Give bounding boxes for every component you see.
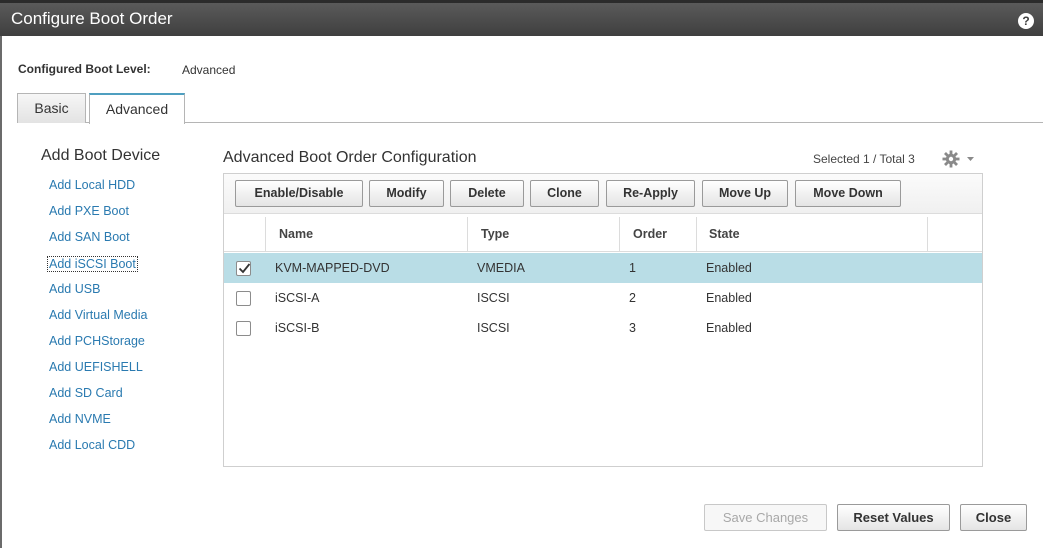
add-boot-link[interactable]: Add PCHStorage xyxy=(49,334,145,348)
column-header-name[interactable]: Name xyxy=(279,217,313,252)
boot-level-value: Advanced xyxy=(182,63,236,77)
add-boot-link[interactable]: Add USB xyxy=(49,282,100,296)
add-boot-link[interactable]: Add Local CDD xyxy=(49,438,135,452)
re-apply-button[interactable]: Re-Apply xyxy=(606,180,695,207)
add-boot-link[interactable]: Add UEFISHELL xyxy=(49,360,143,374)
row-checkbox[interactable] xyxy=(236,321,251,336)
window-frame xyxy=(0,36,2,548)
check-icon xyxy=(238,263,251,274)
column-header-state[interactable]: State xyxy=(709,217,740,252)
column-divider xyxy=(619,217,620,252)
cell-state: Enabled xyxy=(706,261,752,275)
cell-name: iSCSI-A xyxy=(275,291,320,305)
cell-order: 1 xyxy=(629,261,636,275)
add-boot-link[interactable]: Add NVME xyxy=(49,412,111,426)
column-divider xyxy=(265,217,266,252)
row-checkbox[interactable] xyxy=(236,261,251,276)
cell-order: 2 xyxy=(629,291,636,305)
move-up-button[interactable]: Move Up xyxy=(702,180,788,207)
column-header-type[interactable]: Type xyxy=(481,217,509,252)
column-divider xyxy=(467,217,468,252)
boot-order-table-panel: Enable/Disable Modify Delete Clone Re-Ap… xyxy=(223,173,983,467)
save-changes-button[interactable]: Save Changes xyxy=(704,504,827,531)
add-boot-link[interactable]: Add iSCSI Boot xyxy=(47,256,138,272)
add-boot-link[interactable]: Add SD Card xyxy=(49,386,123,400)
boot-level-label: Configured Boot Level: xyxy=(18,62,151,76)
table-header: Name Type Order State xyxy=(224,217,982,252)
cell-name: iSCSI-B xyxy=(275,321,320,335)
add-boot-link[interactable]: Add SAN Boot xyxy=(49,230,130,244)
gear-icon[interactable] xyxy=(941,149,977,169)
add-boot-link[interactable]: Add PXE Boot xyxy=(49,204,129,218)
modify-button[interactable]: Modify xyxy=(369,180,444,207)
tab-advanced[interactable]: Advanced xyxy=(89,93,185,124)
close-button[interactable]: Close xyxy=(960,504,1027,531)
window-title: Configure Boot Order xyxy=(11,9,173,28)
add-boot-device-title: Add Boot Device xyxy=(41,147,161,164)
add-boot-link[interactable]: Add Local HDD xyxy=(49,178,135,192)
cell-type: ISCSI xyxy=(477,321,510,335)
window-title-bar: Configure Boot Order ? xyxy=(0,0,1043,36)
add-boot-link[interactable]: Add Virtual Media xyxy=(49,308,147,322)
column-header-order[interactable]: Order xyxy=(633,217,667,252)
cell-type: ISCSI xyxy=(477,291,510,305)
column-divider xyxy=(696,217,697,252)
table-row[interactable]: iSCSI-B ISCSI 3 Enabled xyxy=(224,313,982,343)
table-row[interactable]: iSCSI-A ISCSI 2 Enabled xyxy=(224,283,982,313)
cell-name: KVM-MAPPED-DVD xyxy=(275,261,390,275)
delete-button[interactable]: Delete xyxy=(450,180,524,207)
column-divider xyxy=(927,217,928,252)
boot-order-title: Advanced Boot Order Configuration xyxy=(223,149,477,166)
clone-button[interactable]: Clone xyxy=(530,180,599,207)
cell-order: 3 xyxy=(629,321,636,335)
row-checkbox[interactable] xyxy=(236,291,251,306)
help-icon[interactable]: ? xyxy=(1018,13,1034,29)
cell-state: Enabled xyxy=(706,321,752,335)
enable-disable-button[interactable]: Enable/Disable xyxy=(235,180,363,207)
cell-state: Enabled xyxy=(706,291,752,305)
cell-type: VMEDIA xyxy=(477,261,525,275)
selection-count: Selected 1 / Total 3 xyxy=(813,152,915,166)
move-down-button[interactable]: Move Down xyxy=(795,180,901,207)
table-toolbar: Enable/Disable Modify Delete Clone Re-Ap… xyxy=(224,174,982,214)
reset-values-button[interactable]: Reset Values xyxy=(837,504,950,531)
tab-basic[interactable]: Basic xyxy=(17,93,86,123)
table-row[interactable]: KVM-MAPPED-DVD VMEDIA 1 Enabled xyxy=(224,253,982,283)
